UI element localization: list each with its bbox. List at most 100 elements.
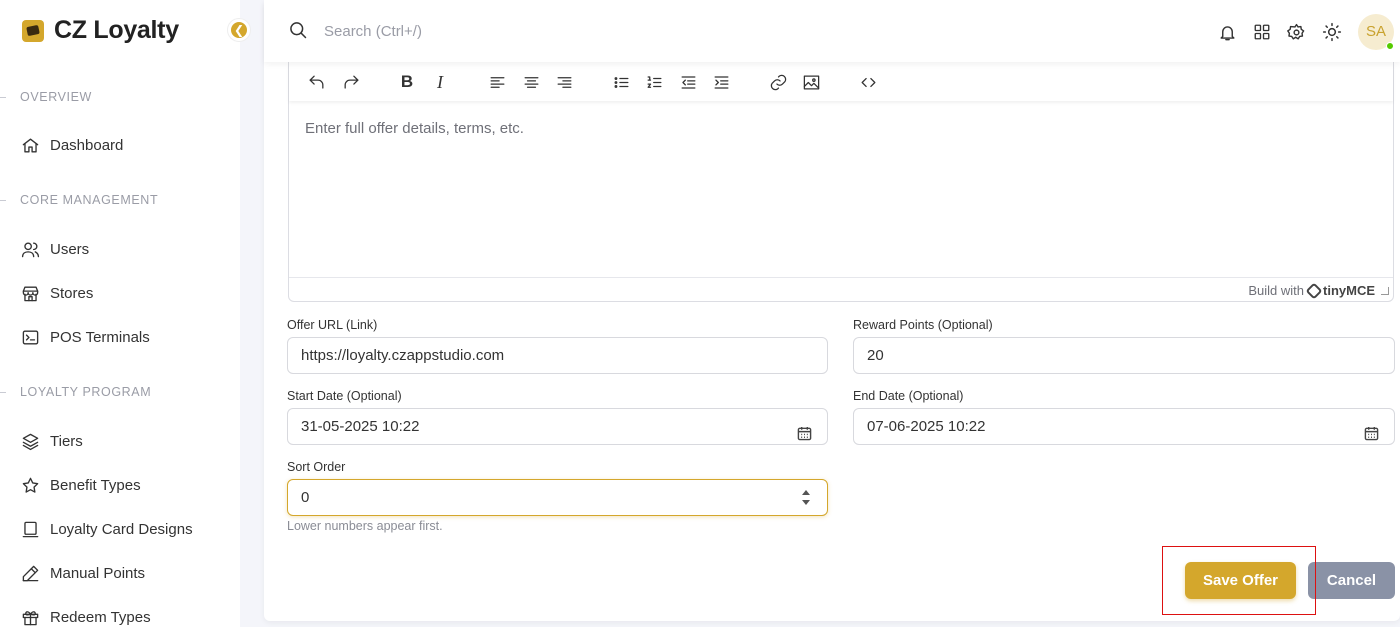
search-icon[interactable]	[288, 20, 308, 45]
sidebar-item-label: POS Terminals	[50, 328, 150, 346]
pencil-icon	[20, 563, 40, 583]
numbered-list-icon	[647, 75, 661, 88]
tinymce-branding[interactable]: Build with tinyMCE	[1248, 282, 1375, 299]
undo-icon	[309, 75, 323, 89]
editor-toolbar: B I	[289, 63, 1393, 101]
align-center-icon	[524, 76, 538, 88]
indent-button[interactable]	[709, 70, 733, 94]
sidebar-item-manual-points[interactable]: Manual Points	[20, 562, 145, 584]
sidebar-item-label: Stores	[50, 284, 94, 302]
highlight-box	[1162, 546, 1316, 615]
reward-points-input[interactable]: 20	[853, 337, 1395, 374]
end-date-input[interactable]: 07-06-2025 10:22	[853, 408, 1395, 445]
sidebar-item-tiers[interactable]: Tiers	[20, 430, 83, 452]
source-code-button[interactable]	[856, 70, 880, 94]
bullet-list-icon	[614, 76, 628, 88]
sort-order-label: Sort Order	[287, 460, 346, 474]
outdent-icon	[681, 75, 695, 89]
avatar[interactable]: SA	[1358, 14, 1394, 50]
section-loyalty-program: LOYALTY PROGRAM	[0, 385, 152, 399]
align-left-icon	[490, 76, 504, 88]
start-date-input[interactable]: 31-05-2025 10:22	[287, 408, 828, 445]
sort-order-value: 0	[301, 489, 310, 506]
star-icon	[20, 475, 40, 495]
editor-statusbar: Build with tinyMCE	[289, 277, 1393, 301]
offer-url-label: Offer URL (Link)	[287, 318, 378, 332]
increment-icon[interactable]	[802, 490, 810, 495]
link-button[interactable]	[766, 70, 790, 94]
code-icon	[861, 77, 875, 87]
align-right-button[interactable]	[552, 70, 576, 94]
sidebar-item-label: Dashboard	[50, 136, 124, 154]
sidebar-item-label: Users	[50, 240, 90, 258]
calendar-icon[interactable]	[1364, 419, 1380, 441]
branding-prefix: Build with	[1248, 283, 1304, 298]
bold-icon: B	[400, 72, 414, 91]
rich-text-editor: B I Enter full offer details, terms, etc…	[288, 40, 1394, 302]
sidebar-item-stores[interactable]: Stores	[20, 282, 93, 304]
brand[interactable]: CZ Loyalty	[22, 16, 179, 45]
align-center-button[interactable]	[519, 70, 543, 94]
sidebar: CZ Loyalty OVERVIEW Dashboard CORE MANAG…	[0, 0, 240, 627]
store-icon	[20, 283, 40, 303]
redo-button[interactable]	[339, 70, 363, 94]
image-button[interactable]	[799, 70, 823, 94]
sidebar-item-users[interactable]: Users	[20, 238, 89, 260]
avatar-initials: SA	[1365, 23, 1386, 40]
section-overview: OVERVIEW	[0, 90, 92, 104]
sidebar-item-loyalty-card-designs[interactable]: Loyalty Card Designs	[20, 518, 193, 540]
collapse-sidebar-button[interactable]: ❮	[228, 19, 250, 41]
end-date-label: End Date (Optional)	[853, 389, 964, 403]
terminal-icon	[20, 327, 40, 347]
offer-form-card: B I Enter full offer details, terms, etc…	[264, 0, 1400, 621]
image-icon	[803, 75, 819, 89]
sidebar-item-label: Manual Points	[50, 564, 146, 582]
sun-icon[interactable]	[1322, 22, 1342, 42]
reward-points-label: Reward Points (Optional)	[853, 318, 993, 332]
numbered-list-button[interactable]	[642, 70, 666, 94]
sidebar-item-label: Loyalty Card Designs	[50, 520, 193, 538]
align-left-button[interactable]	[485, 70, 509, 94]
branding-name: tinyMCE	[1323, 283, 1375, 298]
logo-icon	[22, 19, 44, 42]
undo-button[interactable]	[304, 70, 328, 94]
editor-content-area[interactable]: Enter full offer details, terms, etc.	[305, 120, 524, 137]
section-core-management: CORE MANAGEMENT	[0, 193, 159, 207]
online-status-dot	[1386, 42, 1394, 50]
sidebar-item-label: Benefit Types	[50, 476, 141, 494]
indent-icon	[714, 75, 728, 89]
start-date-value: 31-05-2025 10:22	[301, 418, 420, 435]
bullet-list-button[interactable]	[609, 70, 633, 94]
sort-order-input[interactable]: 0	[287, 479, 828, 516]
users-icon	[20, 239, 40, 259]
decrement-icon[interactable]	[802, 500, 810, 505]
link-icon	[770, 74, 786, 90]
italic-button[interactable]: I	[428, 70, 452, 94]
apps-grid-icon[interactable]	[1252, 22, 1272, 42]
card-icon	[20, 519, 40, 539]
home-icon	[20, 135, 40, 155]
sidebar-item-label: Tiers	[50, 432, 83, 450]
align-right-icon	[557, 76, 571, 88]
sidebar-item-label: Redeem Types	[50, 608, 151, 626]
bell-icon[interactable]	[1217, 22, 1237, 42]
bold-button[interactable]: B	[395, 70, 419, 94]
calendar-icon[interactable]	[797, 419, 813, 441]
editor-resize-handle[interactable]	[1381, 287, 1389, 295]
tinymce-logo-icon	[1305, 282, 1323, 299]
outdent-button[interactable]	[676, 70, 700, 94]
gear-icon[interactable]	[1286, 22, 1306, 42]
end-date-value: 07-06-2025 10:22	[867, 418, 986, 435]
sidebar-item-benefit-types[interactable]: Benefit Types	[20, 474, 141, 496]
sidebar-item-pos-terminals[interactable]: POS Terminals	[20, 326, 150, 348]
topbar: SA	[264, 0, 1400, 62]
cancel-button[interactable]: Cancel	[1308, 562, 1395, 599]
sidebar-item-dashboard[interactable]: Dashboard	[20, 134, 123, 156]
start-date-label: Start Date (Optional)	[287, 389, 402, 403]
search-input[interactable]	[324, 18, 624, 44]
offer-url-input[interactable]: https://loyalty.czappstudio.com	[287, 337, 828, 374]
layers-icon	[20, 431, 40, 451]
sidebar-item-redeem-types[interactable]: Redeem Types	[20, 606, 151, 627]
gift-icon	[20, 607, 40, 627]
number-stepper[interactable]	[801, 488, 811, 508]
